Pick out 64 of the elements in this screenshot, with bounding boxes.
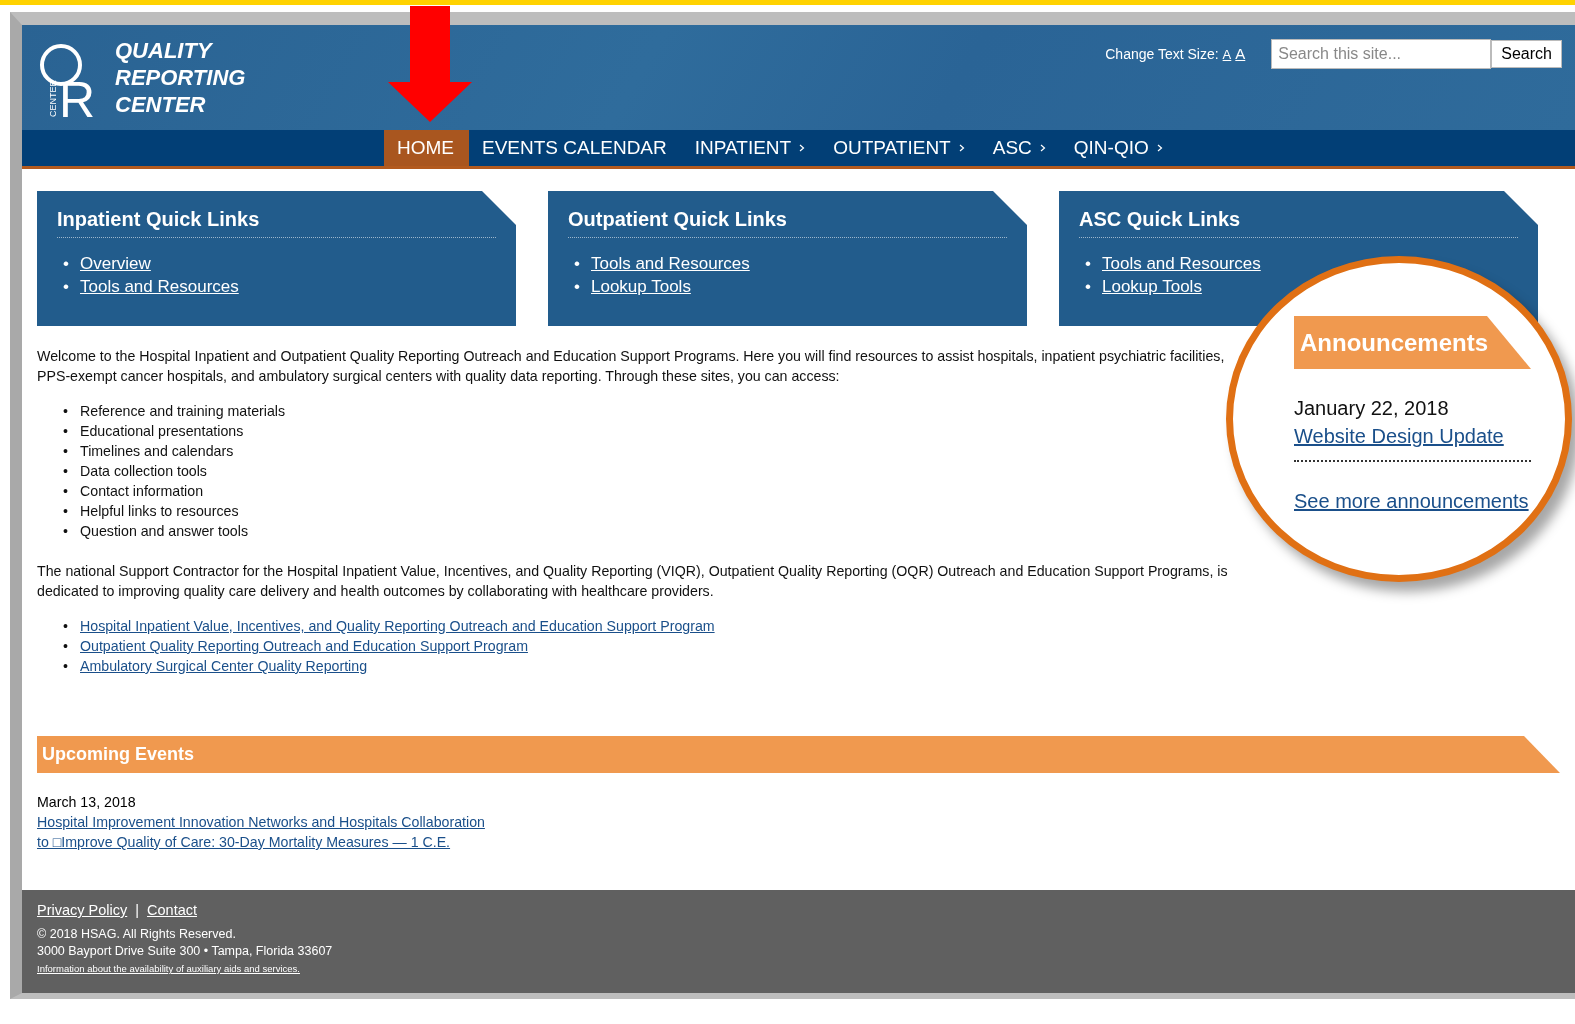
bullet: • xyxy=(63,402,69,421)
bullet: • xyxy=(63,422,69,441)
resource-item: Educational presentations xyxy=(80,422,244,441)
bullet: • xyxy=(63,253,70,275)
bullet: • xyxy=(63,522,69,541)
event-date: March 13, 2018 xyxy=(37,793,136,812)
bullet: • xyxy=(1085,253,1092,275)
bullet: • xyxy=(574,253,581,275)
quick-link[interactable]: Tools and Resources xyxy=(591,252,750,275)
nav-item[interactable]: QIN-QIO xyxy=(1060,130,1178,166)
bullet: • xyxy=(63,637,69,656)
nav-item[interactable]: EVENTS CALENDAR xyxy=(469,130,682,166)
resource-item: Reference and training materials xyxy=(80,402,286,421)
site-title: QUALITY xyxy=(115,37,214,64)
bullet: • xyxy=(1085,276,1092,298)
site-title: REPORTING xyxy=(115,64,246,91)
quick-link[interactable]: Lookup Tools xyxy=(1102,275,1202,298)
nav-item[interactable]: ASC xyxy=(979,130,1061,166)
nav-item[interactable]: OUTPATIENT xyxy=(820,130,980,166)
section-title: Upcoming Events xyxy=(42,744,195,765)
quick-link[interactable]: Overview xyxy=(80,252,151,275)
program-link[interactable]: Hospital Inpatient Value, Incentives, and Quality Reporting Outreach and Education Support Program xyxy=(80,616,715,636)
resource-item: Contact information xyxy=(80,482,204,501)
quick-link[interactable]: Lookup Tools xyxy=(591,275,691,298)
quick-link[interactable]: Tools and Resources xyxy=(80,275,239,298)
card-title: Outpatient Quick Links xyxy=(568,208,1007,238)
event-link[interactable]: Hospital Improvement Innovation Networks and Hospitals Collaboration xyxy=(37,812,485,832)
bullet: • xyxy=(63,442,69,461)
announcement-date: January 22, 2018 xyxy=(1294,397,1449,420)
nav-item[interactable]: HOME xyxy=(384,130,469,166)
link-separator: | xyxy=(135,902,140,918)
intro-paragraph: Welcome to the Hospital Inpatient and Outpatient Quality Reporting Outreach and Education Support Programs. Here you will find resources to assist hospitals, inpatient psychiatric facilities, PPS-exempt cancer hospitals, and ambulatory surgical centers with quality data reporting. Through these sites, you can access: xyxy=(37,347,1226,386)
search-field[interactable]: Search this site... xyxy=(1271,39,1492,69)
program-link[interactable]: Ambulatory Surgical Center Quality Reporting xyxy=(80,656,368,676)
copyright-text: © 2018 HSAG. All Rights Reserved. xyxy=(37,926,236,943)
bullet: • xyxy=(63,276,70,298)
card-title: Inpatient Quick Links xyxy=(57,208,496,238)
support-paragraph: The national Support Contractor for the Hospital Inpatient Value, Incentives, and Quality Reporting (VIQR), Outpatient Quality Reporting (OQR) Outreach and Education Support Programs, is dedicated to improving quality care delivery and health outcomes by collaborating with healthcare providers. xyxy=(37,562,1229,601)
bullet: • xyxy=(63,617,69,636)
resource-item: Question and answer tools xyxy=(80,522,248,541)
address-text: 3000 Bayport Drive Suite 300 • Tampa, Florida 33607 xyxy=(37,943,333,960)
footer-link[interactable]: Privacy Policy xyxy=(37,902,128,918)
program-link[interactable]: Outpatient Quality Reporting Outreach and Education Support Program xyxy=(80,636,528,656)
card-title: ASC Quick Links xyxy=(1079,208,1518,238)
text-size-label: Change Text Size: xyxy=(1105,46,1219,62)
text-size-link[interactable]: A xyxy=(1222,47,1232,62)
bullet: • xyxy=(574,276,581,298)
resource-item: Timelines and calendars xyxy=(80,442,234,461)
announcement-link[interactable]: Website Design Update xyxy=(1294,425,1504,448)
event-link[interactable]: to □Improve Quality of Care: 30-Day Mortality Measures — 1 C.E. xyxy=(37,832,451,852)
more-announcements-link[interactable]: See more announcements xyxy=(1294,490,1529,513)
bullet: • xyxy=(63,462,69,481)
section-title: Announcements xyxy=(1300,328,1488,357)
footer-link[interactable]: Contact xyxy=(147,902,197,918)
bullet: • xyxy=(63,502,69,521)
resource-item: Data collection tools xyxy=(80,462,207,481)
text-size-link[interactable]: A xyxy=(1235,45,1246,62)
accessibility-link[interactable]: Information about the availability of auxiliary aids and services. xyxy=(37,963,300,974)
resource-item: Helpful links to resources xyxy=(80,502,239,521)
bullet: • xyxy=(63,657,69,676)
search-button[interactable]: Search xyxy=(1491,40,1562,68)
bullet: • xyxy=(63,482,69,501)
nav-item[interactable]: INPATIENT xyxy=(681,130,821,166)
site-title: CENTER xyxy=(115,91,207,118)
